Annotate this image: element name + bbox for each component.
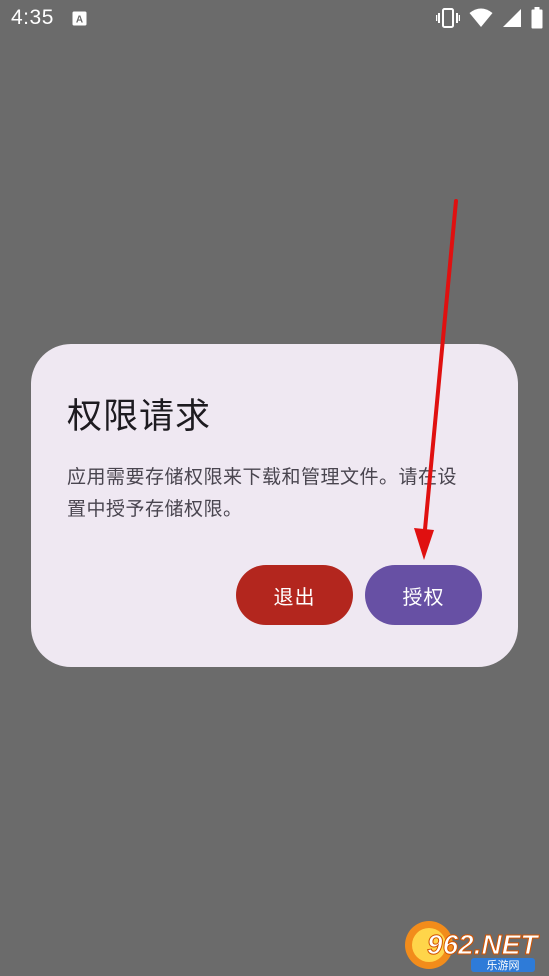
exit-button[interactable]: 退出: [236, 565, 353, 625]
screen: 4:35 A 权限请求 应用需要存储权限来下载和管理文件。请在设置中授予存储权限…: [0, 0, 549, 976]
watermark-brand: 962.NET: [427, 929, 540, 960]
grant-button[interactable]: 授权: [365, 565, 482, 625]
a-keyboard-icon: A: [72, 11, 87, 26]
status-time: 4:35: [11, 6, 54, 29]
vibrate-icon: [436, 8, 460, 28]
signal-icon: [502, 8, 522, 28]
battery-icon: [531, 7, 543, 29]
watermark-logo: 962.NET 乐游网: [403, 918, 543, 972]
watermark-subtitle: 乐游网: [487, 959, 520, 972]
status-bar: 4:35 A: [0, 0, 549, 38]
dialog-message: 应用需要存储权限来下载和管理文件。请在设置中授予存储权限。: [67, 466, 458, 520]
svg-text:A: A: [76, 15, 83, 26]
permission-dialog: 权限请求 应用需要存储权限来下载和管理文件。请在设置中授予存储权限。 退出 授权: [31, 344, 518, 667]
wifi-icon: [469, 8, 493, 28]
status-icons: [436, 7, 543, 29]
dialog-title: 权限请求: [67, 397, 212, 437]
